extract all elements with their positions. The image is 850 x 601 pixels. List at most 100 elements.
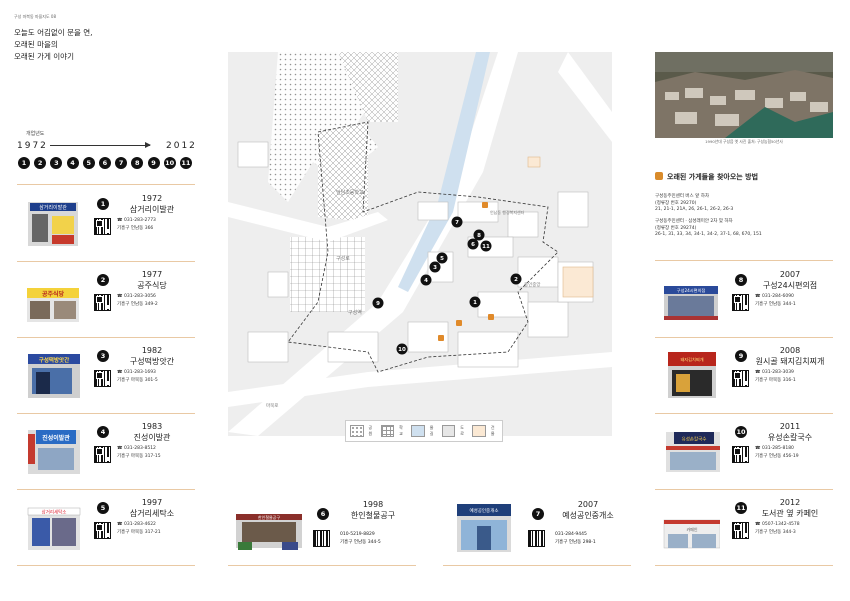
shop-tel: 0507-1342-4578 [755,522,800,527]
shop-card[interactable]: 예성공인중개소 7 2007 예성공인중개소 031-284-9445 기흥구 … [443,494,631,566]
shop-name: 한인철물공구 [350,511,396,520]
map-marker-4: 4 [420,274,432,286]
shop-card[interactable]: 돼지김치찌개 9 2008 원시골 돼지김치찌개 031-283-3039 기흥… [655,342,833,414]
shop-year: 2011 [779,422,801,431]
shop-photo: 유성손칼국수 [666,432,720,472]
legend-school-swatch [380,425,395,437]
qr-code[interactable] [528,530,545,547]
svg-text:5: 5 [440,256,444,262]
shop-sign: 카페인 [686,526,697,532]
shop-photo: 카페인 [663,519,720,549]
qr-code[interactable] [732,370,749,387]
map-marker-2: 2 [510,273,522,285]
title-line-3: 오래된 가게 이야기 [14,52,74,61]
shop-card[interactable]: 구성떡방앗간 3 1982 구성떡방앗간 031-283-1693 기흥구 마북… [17,342,195,414]
shop-number-badge: 2 [97,274,109,286]
shop-year: 1982 [141,346,163,355]
svg-text:2: 2 [514,277,518,283]
timeline-label: 개업년도 [26,131,45,137]
svg-text:7: 7 [455,220,459,226]
qr-code[interactable] [732,294,749,311]
page-title: 오늘도 어김없이 문을 연, 오래된 마을의 오래된 가게 이야기 [14,27,214,63]
shop-number-badge: 10 [735,426,747,438]
timeline-badge: 10 [163,157,176,169]
shop-card[interactable]: 공주식당 2 1977 공주식당 031-283-3056 기흥구 언남동 34… [17,266,195,338]
shop-name: 공주식당 [137,281,167,290]
divider [655,337,833,338]
divider [17,413,195,414]
shop-address: 기흥구 언남동 456-19 [755,454,799,459]
shop-number-badge: 5 [97,502,109,514]
qr-code[interactable] [732,522,749,539]
legend-road-swatch [441,425,456,437]
shop-card[interactable]: 유성손칼국수 10 2011 유성손칼국수 031-285-8180 기흥구 언… [655,418,833,490]
qr-code[interactable] [732,446,749,463]
qr-code[interactable] [313,530,330,547]
shop-name: 원시골 돼지김치찌개 [755,357,825,366]
shop-year: 2012 [779,498,801,507]
svg-text:8: 8 [477,233,481,239]
route1-title: 구성동주민센터 버스 앞 하차 [655,194,709,199]
qr-code[interactable] [94,370,111,387]
divider [655,565,833,566]
shop-card[interactable]: 카페인 11 2012 도서관 옆 카페인 0507-1342-4578 기흥구… [655,494,833,566]
qr-code[interactable] [94,446,111,463]
shop-tel: 031-284-9445 [555,532,587,537]
shop-tel: 010-5219-8829 [340,532,375,537]
shop-name: 구성떡방앗간 [129,357,175,366]
header-small: 구성 마북동 마을지도 08 [14,14,57,19]
shop-number-badge: 9 [735,350,747,362]
shop-sign: 돼지김치찌개 [680,356,703,363]
map-marker-9: 9 [372,297,384,309]
qr-code[interactable] [94,522,111,539]
village-map[interactable]: 언남초등학교 구성역 구성로 언남동 행정복지센터 마북로 용인중앙 1 2 3… [228,52,612,436]
shop-address: 기흥구 마북동 317-15 [117,454,161,459]
shop-sign: 공주식당 [42,290,65,298]
shop-name: 구성24시편의점 [762,281,818,290]
map-label-station: 구성역 [348,309,362,316]
shop-tel: 031-285-8180 [755,446,794,451]
map-marker-11: 11 [480,240,492,252]
shop-sign: 구성24시편의점 [677,287,706,294]
map-legend: 공원 학교 물길 도로 건물 [345,420,503,442]
legend-label: 학교 [399,425,403,436]
bus-icon [655,172,663,180]
qr-code[interactable] [94,218,111,235]
shop-card[interactable]: 구성24시편의점 8 2007 구성24시편의점 031-284-6090 기흥… [655,266,833,338]
shop-photo: 삼거리세탁소 [27,507,81,550]
timeline-badge: 4 [66,157,79,169]
shop-sign: 한인철물공구 [258,514,280,520]
divider [17,489,195,490]
timeline-arrow [50,142,151,148]
svg-text:10: 10 [398,347,406,353]
map-marker-6: 6 [467,238,479,250]
shop-photo: 공주식당 [27,288,79,322]
route1-buses: 21, 21-1, 21A, 26, 26-1, 26-2, 26-3 [655,207,734,212]
timeline-badge: 9 [147,157,160,169]
timeline-numbers: 1 2 3 4 5 6 7 8 9 10 11 [18,157,192,169]
divider [228,565,416,566]
legend-building-swatch [472,425,486,437]
timeline-badge: 8 [131,157,144,169]
shop-card[interactable]: 한인철물공구 6 1998 한인철물공구 010-5219-8829 기흥구 언… [228,494,416,566]
svg-text:9: 9 [376,301,380,307]
map-drawing: 언남초등학교 구성역 구성로 언남동 행정복지센터 마북로 용인중앙 1 2 3… [228,52,612,436]
qr-code[interactable] [94,294,111,311]
legend-label: 공원 [368,425,373,436]
shop-address: 기흥구 마북동 301-5 [117,378,158,383]
shop-name: 진성이발관 [133,433,171,442]
route1-stop: (정류장 번호 29270) [655,201,697,206]
divider [655,260,833,261]
shop-number-badge: 7 [532,508,544,520]
route-title-text: 오래된 가게들을 찾아오는 방법 [667,173,759,181]
svg-text:6: 6 [471,242,475,248]
shop-number-badge: 8 [735,274,747,286]
shop-card[interactable]: 삼거리이발관 1 1972 삼거리이발관 031-283-2773 기흥구 언남… [17,190,195,262]
map-marker-10: 10 [396,343,408,355]
shop-address: 기흥구 언남동 298-1 [555,540,596,545]
shop-tel: 031-283-3056 [117,294,156,299]
shop-card[interactable]: 진성이발관 4 1983 진성이발관 031-283-8512 기흥구 마북동 … [17,418,195,490]
timeline-badge: 6 [98,157,111,169]
shop-card[interactable]: 삼거리세탁소 5 1997 삼거리세탁소 031-283-4622 기흥구 마북… [17,494,195,566]
legend-water-swatch [411,425,425,437]
